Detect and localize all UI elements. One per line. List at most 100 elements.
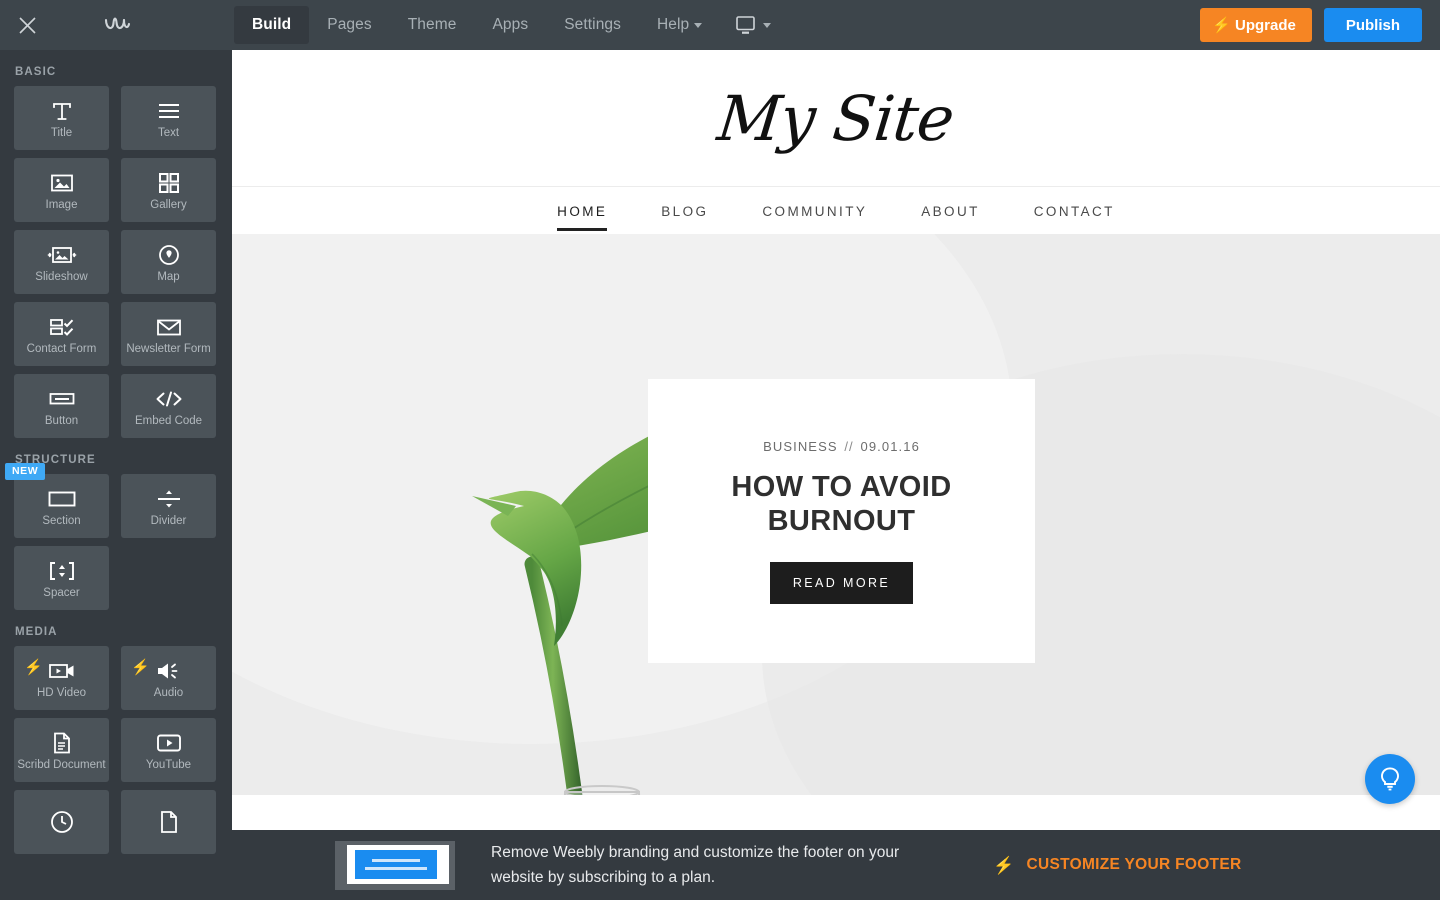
- divider-icon: [156, 486, 182, 512]
- customize-footer-label: CUSTOMIZE YOUR FOOTER: [1026, 856, 1242, 873]
- upgrade-button-label: Upgrade: [1234, 16, 1296, 34]
- clock-icon: [50, 809, 74, 835]
- sidebar-item-youtube[interactable]: YouTube: [121, 718, 216, 782]
- sidebar-item-label: Image: [45, 199, 78, 211]
- chevron-down-icon: [763, 22, 772, 28]
- sidebar-item-scribd-document[interactable]: Scribd Document: [14, 718, 109, 782]
- nav-item-community[interactable]: COMMUNITY: [735, 191, 894, 231]
- top-toolbar: Build Pages Theme Apps Settings Help ⚡ U…: [0, 0, 1440, 50]
- sidebar-item-map[interactable]: Map: [121, 230, 216, 294]
- sidebar-item-file[interactable]: [121, 790, 216, 854]
- tab-help-label: Help: [657, 16, 690, 33]
- sidebar-item-label: Contact Form: [26, 343, 97, 355]
- monitor-icon: [736, 15, 756, 34]
- sidebar-item-label: Button: [44, 415, 79, 427]
- tab-settings[interactable]: Settings: [546, 6, 639, 44]
- sidebar-item-contact-form[interactable]: Contact Form: [14, 302, 109, 366]
- sidebar-section-media-label: MEDIA: [15, 626, 58, 638]
- toolbar-left-group: [0, 0, 232, 50]
- speaker-icon: [155, 658, 183, 684]
- sidebar-item-section[interactable]: NEW Section: [5, 463, 109, 538]
- image-icon: [50, 170, 74, 196]
- chevron-down-icon: [694, 22, 703, 28]
- envelope-icon: [156, 314, 182, 340]
- close-icon[interactable]: [0, 0, 54, 50]
- nav-item-home[interactable]: HOME: [530, 191, 634, 231]
- hero-card-title: HOW TO AVOID BURNOUT: [731, 470, 952, 537]
- read-more-button[interactable]: READ MORE: [769, 561, 914, 604]
- customize-footer-link[interactable]: ⚡ CUSTOMIZE YOUR FOOTER: [993, 856, 1241, 874]
- site-navigation: HOME BLOG COMMUNITY ABOUT CONTACT: [232, 186, 1440, 234]
- section-rect-icon: [48, 486, 76, 512]
- sidebar-item-gallery[interactable]: Gallery: [121, 158, 216, 222]
- sidebar-section-basic-label: BASIC: [15, 66, 57, 78]
- bolt-icon: ⚡: [24, 659, 43, 676]
- sidebar-item-button[interactable]: Button: [14, 374, 109, 438]
- toolbar-actions: ⚡ Upgrade Publish: [1200, 8, 1440, 42]
- sidebar-item-text[interactable]: Text: [121, 86, 216, 150]
- site-header: My Site: [232, 50, 1440, 186]
- site-preview-thumbnail: [335, 840, 455, 890]
- tab-build-label: Build: [252, 16, 292, 33]
- title-t-icon: [51, 98, 73, 124]
- sidebar-item-audio[interactable]: ⚡ Audio: [121, 646, 216, 710]
- hero-card-date: 09.01.16: [860, 438, 920, 454]
- sidebar-item-label: HD Video: [36, 687, 86, 699]
- help-button[interactable]: [1365, 754, 1415, 804]
- device-preview-selector[interactable]: [720, 15, 781, 35]
- sidebar-item-label: Title: [50, 127, 73, 139]
- hero-content-card[interactable]: BUSINESS // 09.01.16 HOW TO AVOID BURNOU…: [648, 379, 1035, 663]
- gallery-grid-icon: [158, 170, 180, 196]
- tab-pages-label: Pages: [327, 16, 372, 33]
- tab-build[interactable]: Build: [234, 6, 310, 44]
- sidebar-section-structure: NEW Section Divider Spacer: [5, 463, 218, 610]
- sidebar-item-label: Divider: [150, 515, 187, 527]
- bolt-icon: ⚡: [131, 659, 150, 676]
- sidebar-item-label: Section: [42, 515, 81, 527]
- slideshow-icon: [47, 242, 77, 268]
- tab-apps-label: Apps: [492, 16, 529, 33]
- sidebar-item-divider[interactable]: Divider: [121, 474, 216, 538]
- sidebar-item-embed-code[interactable]: Embed Code: [121, 374, 216, 438]
- footer-upsell-banner: Remove Weebly branding and customize the…: [232, 830, 1440, 900]
- tab-pages[interactable]: Pages: [309, 6, 389, 44]
- tab-apps[interactable]: Apps: [474, 6, 546, 44]
- sidebar-item-newsletter-form[interactable]: Newsletter Form: [121, 302, 216, 366]
- video-camera-icon: [48, 658, 76, 684]
- map-pin-icon: [158, 242, 180, 268]
- footer-banner-message: Remove Weebly branding and customize the…: [491, 844, 900, 886]
- contact-form-icon: [49, 314, 75, 340]
- sidebar-item-spacer[interactable]: Spacer: [14, 546, 109, 610]
- nav-item-about[interactable]: ABOUT: [894, 191, 1007, 231]
- sidebar-item-title[interactable]: Title: [14, 86, 109, 150]
- publish-button[interactable]: Publish: [1323, 8, 1422, 42]
- spacer-icon: [48, 558, 76, 584]
- upgrade-button[interactable]: ⚡ Upgrade: [1200, 8, 1312, 42]
- site-title[interactable]: My Site: [715, 82, 958, 155]
- tab-help[interactable]: Help: [639, 6, 720, 44]
- element-sidebar[interactable]: BASIC Title Text Image Gallery Slideshow…: [0, 50, 232, 900]
- sidebar-item-label: Slideshow: [35, 271, 88, 283]
- button-icon: [49, 386, 75, 412]
- tab-theme[interactable]: Theme: [390, 6, 475, 44]
- document-icon: [52, 730, 72, 756]
- sidebar-item-label: Scribd Document: [17, 759, 106, 771]
- main-menu: Build Pages Theme Apps Settings Help: [234, 0, 781, 50]
- nav-item-contact[interactable]: CONTACT: [1007, 191, 1142, 231]
- weebly-logo-icon[interactable]: [88, 0, 148, 50]
- sidebar-item-clock[interactable]: [14, 790, 109, 854]
- site-preview-canvas[interactable]: My Site HOME BLOG COMMUNITY ABOUT CONTAC…: [232, 50, 1440, 830]
- sidebar-item-hd-video[interactable]: ⚡ HD Video: [14, 646, 109, 710]
- file-icon: [159, 809, 179, 835]
- hero-card-meta: BUSINESS // 09.01.16: [763, 439, 920, 454]
- bolt-icon: ⚡: [993, 855, 1015, 875]
- sidebar-item-label: Text: [157, 127, 180, 139]
- sidebar-item-label: Gallery: [150, 199, 187, 211]
- nav-item-blog[interactable]: BLOG: [634, 191, 735, 231]
- tab-theme-label: Theme: [407, 16, 457, 33]
- youtube-play-icon: [156, 730, 182, 756]
- sidebar-item-slideshow[interactable]: Slideshow: [14, 230, 109, 294]
- hero-section[interactable]: BUSINESS // 09.01.16 HOW TO AVOID BURNOU…: [232, 234, 1440, 819]
- hero-card-separator: //: [844, 438, 854, 454]
- sidebar-item-image[interactable]: Image: [14, 158, 109, 222]
